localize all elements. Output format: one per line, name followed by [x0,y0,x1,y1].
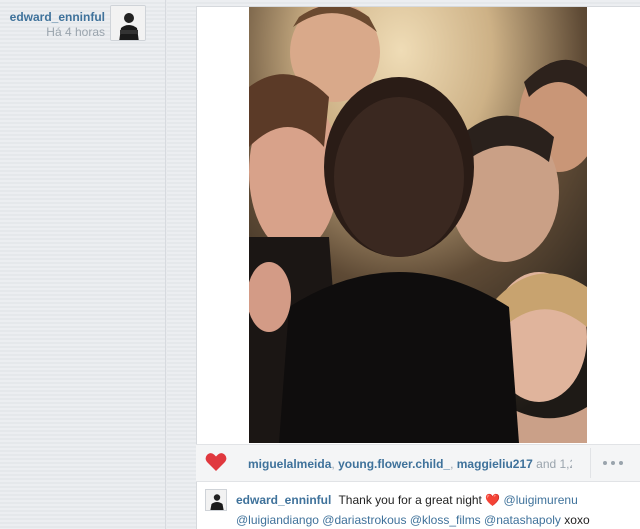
comment-suffix: xoxo [564,513,590,527]
liker-username[interactable]: maggieliu217 [457,457,533,471]
liker-username[interactable]: young.flower.child_ [338,457,450,471]
liker-username[interactable]: miguelalmeida [248,457,331,471]
commenter-avatar[interactable] [205,489,227,511]
ellipsis-icon [603,461,607,465]
avatar-person-icon [111,6,145,40]
author-username[interactable]: edward_enninful [10,10,105,24]
likes-divider [590,448,591,478]
author-avatar[interactable] [110,5,146,41]
mention-link[interactable]: @luigimurenu [504,493,578,507]
group-selfie-image [249,7,587,443]
mention-link[interactable]: @kloss_films [410,513,481,527]
mention-link[interactable]: @dariastrokous [322,513,406,527]
likes-list: miguelalmeida, young.flower.child_, magg… [248,457,572,471]
likes-count[interactable]: and 1,235 ... [536,457,572,471]
heart-emoji-icon: ❤️ [485,493,501,507]
heart-icon [205,453,227,471]
mention-link[interactable]: @natashapoly [484,513,561,527]
left-column [0,0,166,529]
comment-text: Thank you for a great night [338,493,482,507]
caption-comment: edward_enninful Thank you for a great ni… [236,490,596,529]
post-time[interactable]: Há 4 horas [46,25,105,39]
post-photo[interactable] [249,7,587,443]
comment-username[interactable]: edward_enninful [236,493,331,507]
more-options-button[interactable] [594,452,632,474]
avatar-person-icon [206,490,226,510]
like-button[interactable] [205,452,227,472]
mention-link[interactable]: @luigiandiango [236,513,319,527]
